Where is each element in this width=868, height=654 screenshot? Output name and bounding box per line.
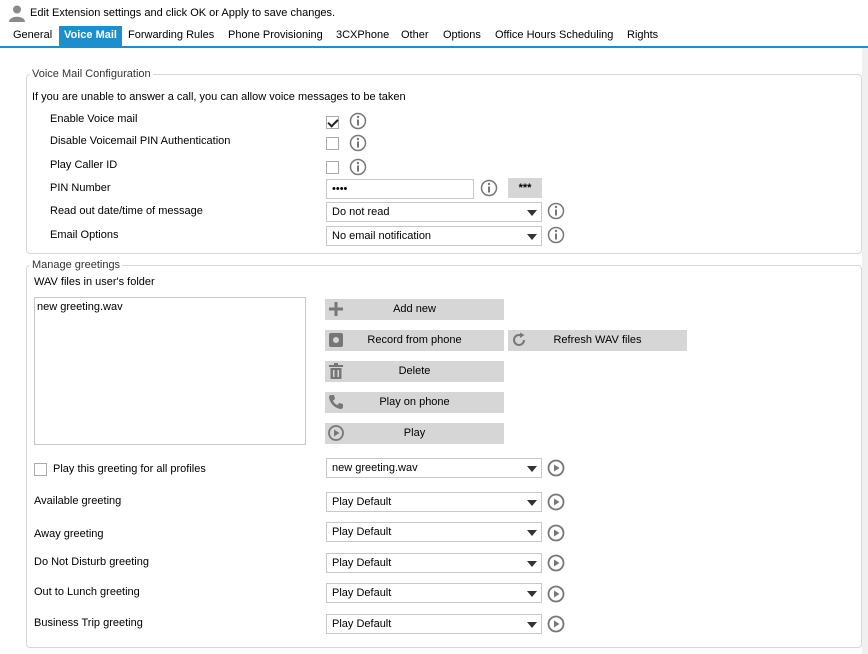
play-caller-id-label: Play Caller ID [50, 159, 118, 171]
play-icon[interactable] [547, 554, 565, 572]
disable-pin-label: Disable Voicemail PIN Authentication [50, 135, 231, 147]
show-pin-button[interactable]: *** [508, 178, 542, 198]
tab-underline [0, 46, 868, 48]
play-button[interactable]: Play [325, 423, 504, 444]
do-not-disturb-greeting-select[interactable]: Play Default [326, 553, 542, 573]
chevron-down-icon [527, 561, 537, 567]
tab-general[interactable]: General [8, 26, 57, 46]
delete-label: Delete [398, 365, 431, 377]
play-icon[interactable] [547, 615, 565, 633]
available-greeting-value: Play Default [332, 496, 392, 508]
out-to-lunch-greeting-value: Play Default [332, 587, 392, 599]
email-options-select[interactable]: No email notification [326, 226, 542, 246]
header-bar: Edit Extension settings and click OK or … [0, 0, 868, 26]
all-profiles-label: Play this greeting for all profiles [53, 463, 206, 475]
pin-number-label: PIN Number [50, 182, 111, 194]
away-greeting-select[interactable]: Play Default [326, 522, 542, 542]
tab-options[interactable]: Options [438, 26, 486, 46]
readout-value: Do not read [332, 206, 390, 218]
delete-button[interactable]: Delete [325, 361, 504, 382]
chevron-down-icon [527, 466, 537, 472]
play-label: Play [403, 427, 426, 439]
chevron-down-icon [527, 530, 537, 536]
do-not-disturb-greeting-label: Do Not Disturb greeting [34, 556, 149, 568]
record-icon [329, 333, 343, 347]
business-trip-greeting-value: Play Default [332, 618, 392, 630]
wav-files-list[interactable]: new greeting.wav [34, 297, 306, 445]
pin-number-input[interactable]: •••• [326, 179, 474, 199]
play-icon [328, 425, 344, 441]
business-trip-greeting-select[interactable]: Play Default [326, 614, 542, 634]
available-greeting-select[interactable]: Play Default [326, 492, 542, 512]
wav-files-label: WAV files in user's folder [34, 276, 155, 288]
do-not-disturb-greeting-value: Play Default [332, 557, 392, 569]
disable-pin-checkbox[interactable] [326, 137, 339, 150]
info-icon[interactable] [547, 202, 565, 220]
email-options-label: Email Options [50, 229, 119, 241]
tab-voice-mail[interactable]: Voice Mail [59, 26, 122, 48]
chevron-down-icon [527, 591, 537, 597]
refresh-wav-files-label: Refresh WAV files [553, 334, 642, 346]
available-greeting-label: Available greeting [34, 495, 122, 507]
header-instructions: Edit Extension settings and click OK or … [30, 7, 336, 19]
all-profiles-checkbox[interactable] [34, 463, 47, 476]
voicemail-config-legend: Voice Mail Configuration [30, 68, 153, 80]
record-from-phone-label: Record from phone [367, 334, 462, 346]
refresh-wav-files-button[interactable]: Refresh WAV files [508, 330, 687, 351]
enable-voicemail-label: Enable Voice mail [50, 113, 138, 125]
all-profiles-select[interactable]: new greeting.wav [326, 458, 542, 478]
tab-office-hours-scheduling[interactable]: Office Hours Scheduling [490, 26, 618, 46]
add-new-button[interactable]: Add new [325, 299, 504, 320]
enable-voicemail-checkbox[interactable] [326, 116, 339, 129]
play-icon[interactable] [547, 585, 565, 603]
tab-bar: General Voice Mail Forwarding Rules Phon… [0, 26, 868, 48]
readout-label: Read out date/time of message [50, 205, 203, 217]
play-caller-id-checkbox[interactable] [326, 161, 339, 174]
refresh-icon [513, 332, 525, 346]
readout-select[interactable]: Do not read [326, 202, 542, 222]
record-from-phone-button[interactable]: Record from phone [325, 330, 504, 351]
play-icon[interactable] [547, 524, 565, 542]
add-new-label: Add new [393, 303, 436, 315]
away-greeting-value: Play Default [332, 526, 392, 538]
user-icon [9, 5, 25, 22]
vertical-scrollbar[interactable] [862, 48, 868, 654]
info-icon[interactable] [547, 226, 565, 244]
out-to-lunch-greeting-select[interactable]: Play Default [326, 583, 542, 603]
plus-icon [329, 302, 343, 316]
all-profiles-value: new greeting.wav [332, 462, 418, 474]
tab-3cxphone[interactable]: 3CXPhone [331, 26, 394, 46]
info-icon[interactable] [480, 179, 498, 197]
play-on-phone-label: Play on phone [379, 396, 450, 408]
info-icon[interactable] [349, 112, 367, 130]
tab-rights[interactable]: Rights [622, 26, 663, 46]
play-on-phone-button[interactable]: Play on phone [325, 392, 504, 413]
tab-phone-provisioning[interactable]: Phone Provisioning [223, 26, 328, 46]
phone-icon [329, 395, 343, 409]
chevron-down-icon [527, 234, 537, 240]
chevron-down-icon [527, 622, 537, 628]
chevron-down-icon [527, 500, 537, 506]
info-icon[interactable] [349, 134, 367, 152]
out-to-lunch-greeting-label: Out to Lunch greeting [34, 586, 140, 598]
voicemail-intro-text: If you are unable to answer a call, you … [32, 91, 406, 103]
chevron-down-icon [527, 210, 537, 216]
email-options-value: No email notification [332, 230, 432, 242]
play-icon[interactable] [547, 493, 565, 511]
play-icon[interactable] [547, 459, 565, 477]
info-icon[interactable] [349, 158, 367, 176]
tab-other[interactable]: Other [396, 26, 434, 46]
business-trip-greeting-label: Business Trip greeting [34, 617, 143, 629]
tab-forwarding-rules[interactable]: Forwarding Rules [123, 26, 219, 46]
manage-greetings-legend: Manage greetings [30, 259, 123, 271]
list-item[interactable]: new greeting.wav [35, 298, 305, 316]
trash-icon [329, 363, 343, 379]
away-greeting-label: Away greeting [34, 528, 104, 540]
